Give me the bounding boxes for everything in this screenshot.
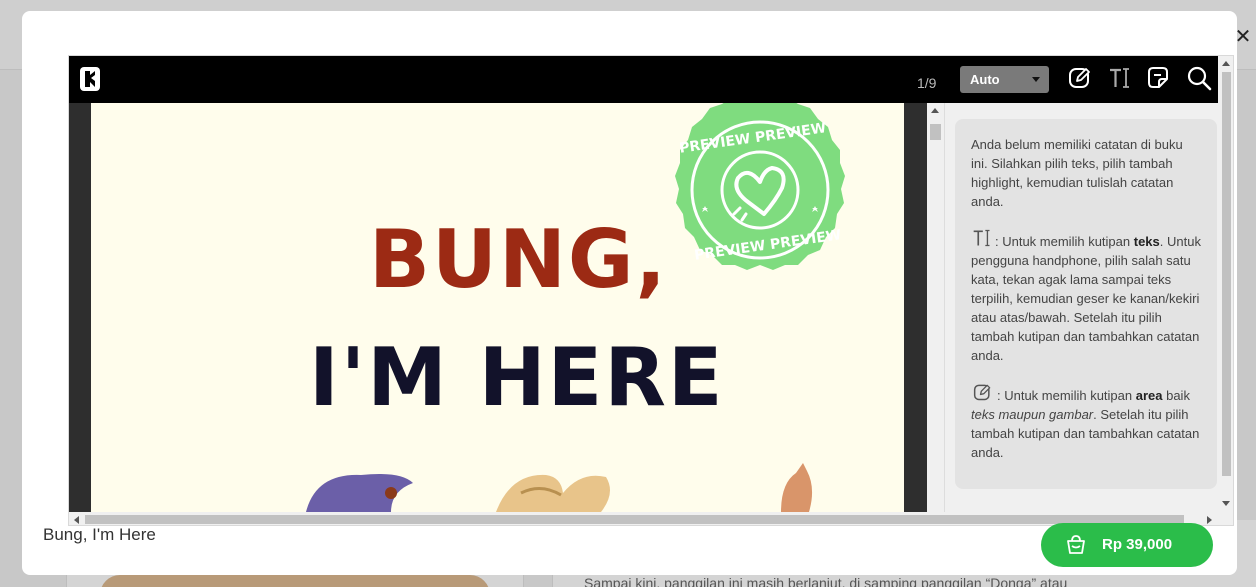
preview-modal: ✕ 1/9 Auto BUNG, I'M HERE PREVIEW PREVIE… (22, 11, 1251, 575)
reader-vertical-scrollbar[interactable] (1218, 56, 1233, 512)
text-select-icon (973, 229, 990, 247)
book-title: Bung, I'm Here (43, 525, 156, 544)
scrollbar-thumb[interactable] (930, 124, 941, 140)
page-viewport[interactable]: BUNG, I'M HERE PREVIEW PREVIEW PREVIEW P… (69, 103, 927, 512)
reader-toolbar: 1/9 Auto (69, 56, 1218, 103)
horizontal-scrollbar[interactable] (69, 512, 1218, 525)
scrollbar-thumb[interactable] (85, 515, 1184, 524)
zoom-select[interactable]: Auto (960, 66, 1049, 93)
area-selection-help: : Untuk memilih kutipan area baik teks m… (971, 382, 1201, 462)
notes-panel: Anda belum memiliki catatan di buku ini.… (955, 119, 1217, 489)
page-vertical-scrollbar[interactable] (927, 103, 944, 512)
scrollbar-thumb[interactable] (1222, 72, 1231, 476)
chevron-down-icon (1032, 77, 1040, 82)
scroll-left-arrow-icon[interactable] (74, 516, 79, 524)
edit-area-icon (973, 384, 991, 401)
text-select-icon[interactable] (1107, 65, 1133, 91)
cover-illustration (306, 463, 813, 512)
scroll-down-arrow-icon[interactable] (1222, 501, 1230, 506)
background-cover-image (100, 575, 490, 587)
buy-button[interactable]: Rp 39,000 (1041, 523, 1213, 567)
book-cover-title-line-1: BUNG, (369, 213, 668, 306)
search-icon[interactable] (1186, 65, 1212, 91)
close-icon[interactable]: ✕ (1232, 26, 1254, 48)
book-cover-title-line-2: I'M HERE (309, 331, 725, 424)
notes-icon[interactable] (1145, 65, 1171, 91)
panel-divider (944, 103, 945, 512)
scroll-up-arrow-icon[interactable] (1222, 61, 1230, 66)
zoom-value: Auto (970, 72, 1000, 87)
edit-area-icon[interactable] (1067, 65, 1093, 91)
scroll-right-arrow-icon[interactable] (1207, 516, 1212, 524)
scroll-up-arrow-icon[interactable] (931, 108, 939, 113)
book-page: BUNG, I'M HERE PREVIEW PREVIEW PREVIEW P… (91, 103, 904, 512)
brand-logo-icon (80, 67, 100, 91)
notes-empty-message: Anda belum memiliki catatan di buku ini.… (971, 137, 1183, 209)
price-label: Rp 39,000 (1102, 536, 1173, 553)
preview-stamp: PREVIEW PREVIEW PREVIEW PREVIEW (675, 103, 845, 270)
cart-icon (1067, 535, 1085, 554)
book-reader: 1/9 Auto BUNG, I'M HERE PREVIEW PREVIEW … (68, 55, 1234, 526)
text-selection-help: : Untuk memilih kutipan teks. Untuk peng… (971, 228, 1201, 365)
page-counter: 1/9 (917, 75, 937, 91)
background-description-text: Sampai kini, panggilan ini masih berlanj… (584, 575, 1068, 587)
